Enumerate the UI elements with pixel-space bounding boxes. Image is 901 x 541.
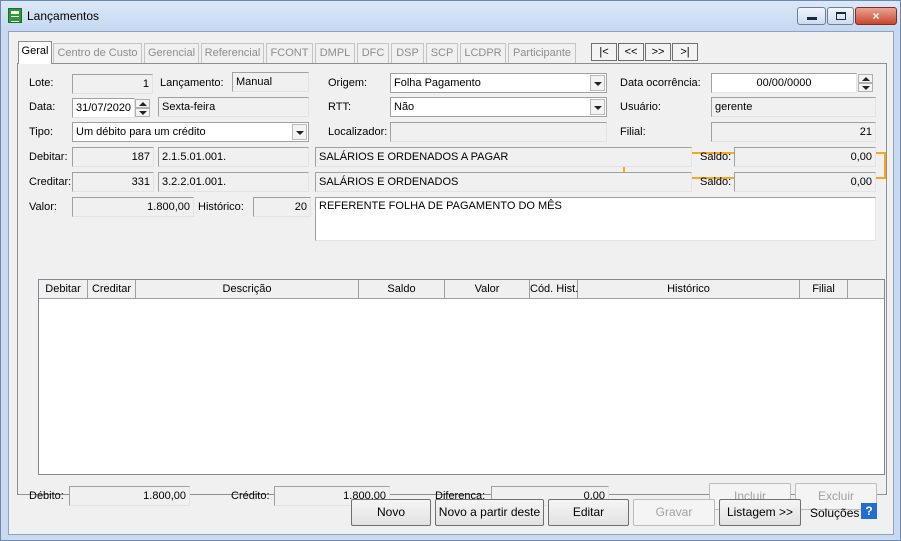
valor-label: Valor: [29,201,57,213]
app-icon [8,8,22,23]
novo-button[interactable]: Novo [351,499,431,526]
help-icon[interactable]: ? [861,503,877,519]
data-label: Data: [29,101,56,113]
tab-dmpl[interactable]: DMPL [315,43,355,63]
rtt-value: Não [394,101,415,113]
historico-texto-field[interactable]: REFERENTE FOLHA DE PAGAMENTO DO MÊS [315,197,876,241]
debitar-label: Debitar: [29,151,68,163]
debitar-saldo-field: 0,00 [734,147,876,167]
rtt-select[interactable]: Não [390,97,607,117]
lancamento-field[interactable]: Manual [232,72,309,92]
tab-lcdpr[interactable]: LCDPR [460,43,506,63]
tab-dfc[interactable]: DFC [357,43,389,63]
tab-centro-de-custo[interactable]: Centro de Custo [53,43,142,63]
nav-prev-button[interactable]: << [618,43,644,61]
col-filial[interactable]: Filial [800,280,848,298]
col-saldo[interactable]: Saldo [359,280,445,298]
dia-semana-field: Sexta-feira [158,97,309,117]
debito-total-field: 1.800,00 [69,486,190,506]
col-descricao[interactable]: Descrição [136,280,359,298]
lote-label: Lote: [29,77,54,89]
close-icon: × [872,9,880,23]
col-debitar[interactable]: Debitar [39,280,88,298]
col-creditar[interactable]: Creditar [88,280,136,298]
tab-gerencial[interactable]: Gerencial [144,43,199,63]
origem-select[interactable]: Folha Pagamento [390,73,607,93]
title-bar[interactable]: Lançamentos × [1,1,900,31]
spin-down-icon[interactable] [135,108,150,117]
creditar-descricao-field: SALÁRIOS E ORDENADOS [315,172,692,192]
data-spinner[interactable] [135,99,150,117]
debitar-conta-field: 2.1.5.01.001. [158,147,309,167]
tab-referencial[interactable]: Referencial [201,43,264,63]
historico-label: Histórico: [198,201,244,213]
tab-page-geral: Lote: 1 Lançamento: Manual Origem: Folha… [17,63,887,510]
minimize-button[interactable] [797,7,826,25]
data-ocorrencia-field[interactable]: 00/00/0000 [711,73,857,93]
credito-total-label: Crédito: [231,490,270,502]
spin-down-icon[interactable] [858,83,873,92]
solucoes-link[interactable]: Soluções [810,506,859,520]
creditar-codigo-field[interactable]: 331 [72,172,154,192]
filial-field[interactable]: 21 [711,122,876,142]
close-button[interactable]: × [855,7,897,25]
maximize-icon [836,12,846,20]
listagem-button[interactable]: Listagem >> [719,499,801,526]
filial-label: Filial: [620,126,646,138]
tipo-value: Um débito para um crédito [76,126,206,138]
lote-field[interactable]: 1 [72,74,153,94]
client-area: Geral Centro de Custo Gerencial Referenc… [8,31,894,535]
spin-up-icon[interactable] [858,74,873,83]
minimize-icon [807,17,817,20]
tipo-select[interactable]: Um débito para um crédito [72,122,309,142]
debito-total-label: Débito: [29,490,64,502]
nav-last-button[interactable]: >| [672,43,698,61]
tab-scp[interactable]: SCP [426,43,458,63]
lancamento-label: Lançamento: [160,77,224,89]
creditar-saldo-field: 0,00 [734,172,876,192]
data-ocorrencia-spinner[interactable] [858,74,873,92]
localizador-label: Localizador: [328,126,388,138]
window-title: Lançamentos [27,9,100,23]
tab-dsp[interactable]: DSP [391,43,424,63]
creditar-conta-field: 3.2.2.01.001. [158,172,309,192]
chevron-down-icon[interactable] [292,124,307,140]
debitar-codigo-field[interactable]: 187 [72,147,154,167]
usuario-field: gerente [711,97,876,117]
chevron-down-icon[interactable] [590,75,605,91]
nav-first-button[interactable]: |< [591,43,617,61]
lancamentos-window: Lançamentos × Geral Centro de Custo Gere… [0,0,901,541]
data-field[interactable]: 31/07/2020 [72,98,135,118]
tab-fcont[interactable]: FCONT [266,43,313,63]
usuario-label: Usuário: [620,101,661,113]
creditar-label: Creditar: [29,176,72,188]
col-historico[interactable]: Histórico [578,280,800,298]
novo-a-partir-button[interactable]: Novo a partir deste [435,499,544,526]
localizador-field[interactable] [390,122,607,142]
gravar-button[interactable]: Gravar [633,499,715,526]
nav-next-button[interactable]: >> [645,43,671,61]
origem-label: Origem: [328,77,368,89]
rtt-label: RTT: [328,101,352,113]
debitar-descricao-field: SALÁRIOS E ORDENADOS A PAGAR [315,147,692,167]
lancamentos-grid[interactable]: Debitar Creditar Descrição Saldo Valor C… [38,279,885,475]
spin-up-icon[interactable] [135,99,150,108]
debitar-saldo-label: Saldo: [700,151,732,163]
creditar-saldo-label: Saldo: [700,176,732,188]
origem-value: Folha Pagamento [394,77,481,89]
tipo-label: Tipo: [29,126,54,138]
historico-codigo-field[interactable]: 20 [253,197,311,217]
tab-participante[interactable]: Participante [508,43,576,63]
maximize-button[interactable] [827,7,854,25]
col-cod-hist[interactable]: Cód. Hist. [530,280,578,298]
grid-header: Debitar Creditar Descrição Saldo Valor C… [39,280,884,299]
valor-field[interactable]: 1.800,00 [72,197,194,217]
tab-geral[interactable]: Geral [18,41,52,64]
data-ocorrencia-label: Data ocorrência: [620,77,701,89]
editar-button[interactable]: Editar [548,499,629,526]
chevron-down-icon[interactable] [590,99,605,115]
col-valor[interactable]: Valor [445,280,530,298]
